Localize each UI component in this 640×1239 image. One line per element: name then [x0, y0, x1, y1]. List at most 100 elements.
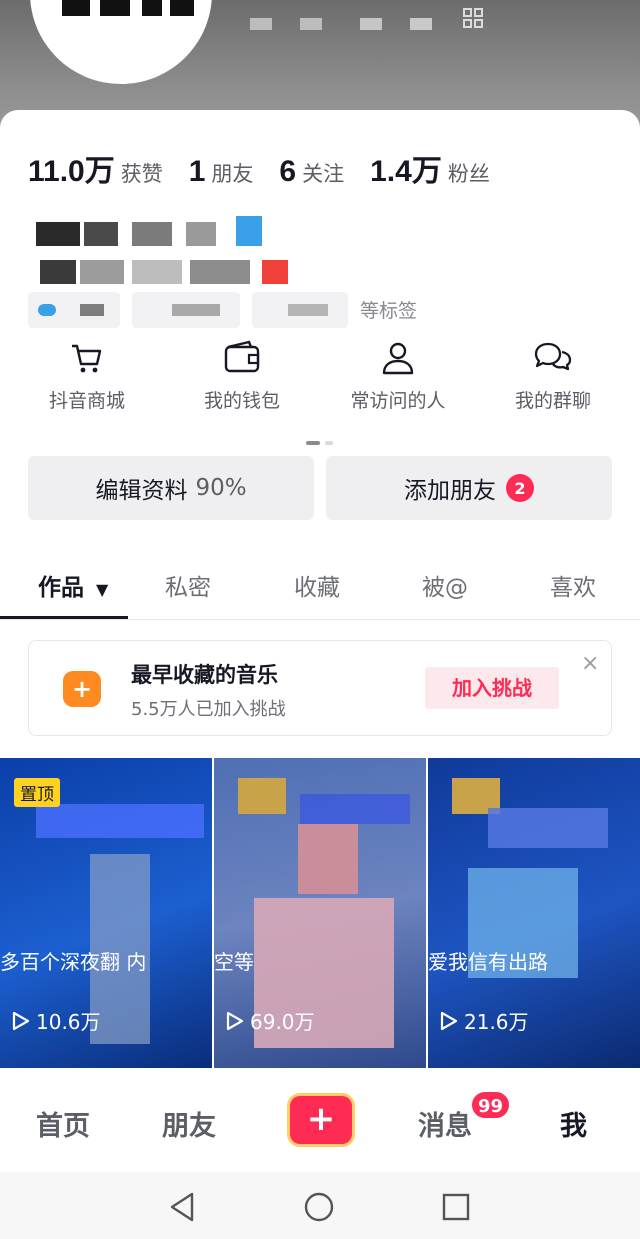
shortcut-frequent-label: 常访问的人 [350, 390, 446, 412]
tab-works-label: 作品 [38, 575, 84, 601]
stat-friends[interactable]: 1 朋友 [189, 155, 254, 189]
shortcut-wallet[interactable]: 我的钱包 [167, 340, 317, 413]
tab-mentions[interactable]: 被@ [422, 568, 468, 602]
play-icon [12, 1011, 30, 1030]
video-tile[interactable]: 空等 69.0万 [214, 758, 426, 1068]
tab-favorites[interactable]: 收藏 [294, 568, 340, 602]
promo-subtitle: 5.5万人已加入挑战 [131, 699, 286, 720]
stat-friends-value: 1 [188, 155, 206, 188]
bottom-nav: 首页 朋友 + 消息 99 我 [0, 1068, 640, 1172]
shortcut-groups-label: 我的群聊 [514, 390, 591, 412]
shortcut-wallet-label: 我的钱包 [203, 390, 280, 412]
recents-square-icon[interactable] [442, 1193, 470, 1221]
avatar-pixel [100, 0, 130, 16]
nav-messages[interactable]: 消息 [418, 1104, 472, 1143]
cover-pixel [250, 18, 272, 30]
shortcut-groups[interactable]: 我的群聊 [478, 340, 628, 413]
profile-stats: 11.0万 获赞 1 朋友 6 关注 1.4万 粉丝 [28, 146, 516, 190]
tab-works[interactable]: 作品 ▼ [38, 568, 108, 602]
tag-pixel [172, 304, 220, 316]
page-indicator [306, 430, 336, 445]
pinned-badge: 置顶 [14, 778, 60, 807]
page-dot-active [306, 441, 320, 445]
join-challenge-button[interactable]: 加入挑战 [425, 667, 559, 709]
nav-friends[interactable]: 朋友 [162, 1104, 216, 1143]
qr-code-icon[interactable] [463, 8, 483, 28]
create-button[interactable]: + [290, 1096, 352, 1144]
avatar-pixel [142, 0, 162, 16]
video-tile[interactable]: 爱我信有出路 21.6万 [428, 758, 640, 1068]
signature-pixel [132, 260, 182, 284]
signature-pixel [262, 260, 288, 284]
stat-followers[interactable]: 1.4万 粉丝 [370, 146, 490, 190]
avatar-pixel [170, 0, 194, 16]
edit-profile-label: 编辑资料 [95, 478, 188, 504]
name-pixel [84, 222, 118, 246]
mosaic-block [300, 794, 410, 824]
system-nav-bar [0, 1172, 640, 1239]
stat-followers-label: 粉丝 [447, 162, 490, 186]
tag-location[interactable] [132, 292, 240, 328]
name-pixel [236, 216, 262, 246]
close-icon[interactable]: × [581, 651, 599, 676]
stat-following[interactable]: 6 关注 [279, 155, 344, 189]
content-tabs: 作品 ▼ 私密 收藏 被@ 喜欢 [0, 554, 640, 620]
cart-icon [72, 344, 102, 373]
profile-card: 11.0万 获赞 1 朋友 6 关注 1.4万 粉丝 等标签 抖音商城 我的钱包… [0, 110, 640, 1239]
cover-pixel [410, 18, 432, 30]
tab-favorites-label: 收藏 [294, 575, 340, 601]
active-tab-indicator [0, 616, 128, 619]
name-pixel [132, 222, 172, 246]
video-views: 21.6万 [440, 1006, 529, 1035]
add-friend-button[interactable]: 添加朋友 2 [326, 456, 612, 520]
edit-profile-button[interactable]: 编辑资料 90% [28, 456, 314, 520]
shortcut-mall[interactable]: 抖音商城 [12, 340, 162, 413]
stat-following-value: 6 [279, 155, 297, 188]
shortcut-frequent[interactable]: 常访问的人 [323, 340, 473, 413]
promo-title: 最早收藏的音乐 [131, 663, 278, 687]
signature-pixel [80, 260, 124, 284]
stat-likes[interactable]: 11.0万 获赞 [28, 146, 163, 190]
video-view-count: 69.0万 [250, 1010, 315, 1034]
dropdown-triangle-icon: ▼ [96, 580, 109, 599]
tag-pixel [288, 304, 328, 316]
tab-mentions-label: 被@ [422, 575, 468, 601]
mosaic-block [36, 804, 204, 838]
music-plus-icon: + [63, 671, 101, 707]
video-overlay-text: 多百个深夜翻 内 [0, 950, 147, 974]
name-pixel [186, 222, 216, 246]
more-tags-label[interactable]: 等标签 [360, 296, 417, 323]
play-icon [226, 1011, 244, 1030]
back-icon[interactable] [168, 1192, 196, 1222]
nav-home[interactable]: 首页 [36, 1104, 90, 1143]
avatar-pixel [62, 0, 90, 16]
video-tile[interactable]: 置顶 多百个深夜翻 内 10.6万 [0, 758, 212, 1068]
signature-pixel [190, 260, 250, 284]
mosaic-block [238, 778, 286, 814]
shortcut-mall-label: 抖音商城 [48, 390, 125, 412]
tab-likes[interactable]: 喜欢 [550, 568, 596, 602]
avatar[interactable] [30, 0, 212, 84]
video-views: 10.6万 [12, 1006, 101, 1035]
home-circle-icon[interactable] [304, 1192, 334, 1222]
cover-pixel [300, 18, 322, 30]
page-dot [325, 441, 334, 445]
person-icon [382, 342, 414, 375]
profile-tags [28, 292, 360, 328]
music-challenge-card[interactable]: + 最早收藏的音乐 5.5万人已加入挑战 加入挑战 × [28, 640, 612, 736]
signature-pixel [40, 260, 76, 284]
tab-private[interactable]: 私密 [165, 568, 211, 602]
tag-gender[interactable] [28, 292, 120, 328]
video-grid: 置顶 多百个深夜翻 内 10.6万 空等 69.0万 爱我信有出路 21.6万 [0, 758, 640, 1068]
tag-pixel [80, 304, 104, 316]
tab-private-label: 私密 [165, 575, 211, 601]
add-friend-label: 添加朋友 [404, 478, 496, 504]
video-view-count: 21.6万 [464, 1010, 529, 1034]
stat-likes-label: 获赞 [120, 162, 163, 186]
tab-likes-label: 喜欢 [550, 575, 596, 601]
cover-pixel [360, 18, 382, 30]
tag-icon [38, 304, 56, 316]
nav-me[interactable]: 我 [560, 1104, 587, 1143]
messages-badge: 99 [470, 1090, 512, 1120]
tag-other[interactable] [252, 292, 348, 328]
